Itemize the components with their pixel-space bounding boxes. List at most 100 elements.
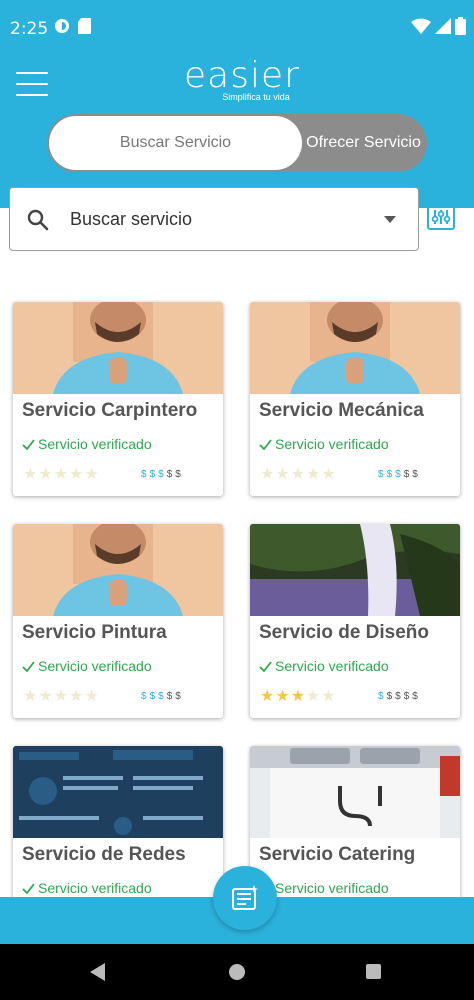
service-mode-toggle: Buscar Servicio Ofrecer Servicio <box>47 114 427 172</box>
star-icon: ★ <box>23 686 38 705</box>
verified-status: Servicio verificado <box>259 880 389 896</box>
service-title: Servicio Pintura <box>22 622 167 643</box>
service-card[interactable]: Servicio de Redes Servicio verificado ★★… <box>13 746 223 900</box>
system-nav-bar <box>0 944 474 1000</box>
logo-name: easier <box>184 55 300 96</box>
price-symbol: $ <box>141 469 150 480</box>
star-icon: ★ <box>275 464 290 483</box>
price-symbol: $ <box>386 691 396 702</box>
search-input[interactable] <box>70 188 370 250</box>
service-image <box>250 524 460 616</box>
price-symbol: $ <box>403 469 413 480</box>
star-icon: ★ <box>290 464 306 483</box>
star-icon: ★ <box>38 464 53 483</box>
app-logo: easier Simplifica tu vida <box>184 55 300 103</box>
verified-status: Servicio verificado <box>22 436 152 452</box>
recent-apps-button[interactable] <box>366 964 381 979</box>
price-symbol: $ <box>175 469 184 480</box>
service-title: Servicio Catering <box>259 844 416 865</box>
price-level: $$$$$ <box>141 691 184 702</box>
tab-ofrecer-servicio[interactable]: Ofrecer Servicio <box>302 116 425 170</box>
services-grid: Servicio Carpintero Servicio verificado … <box>0 300 474 900</box>
service-title: Servicio Mecánica <box>259 400 424 421</box>
star-icon: ★ <box>306 464 321 483</box>
sd-card-icon <box>78 18 91 34</box>
service-title: Servicio de Redes <box>22 844 186 865</box>
star-icon: ★ <box>84 686 99 705</box>
price-symbol: $ <box>141 691 150 702</box>
price-symbol: $ <box>378 469 387 480</box>
infographic-image <box>13 746 223 838</box>
star-icon: ★ <box>290 686 306 705</box>
star-icon: ★ <box>321 464 336 483</box>
search-box <box>9 187 419 251</box>
price-symbol: $ <box>149 469 159 480</box>
kitchen-sink-image <box>250 746 460 838</box>
document-edit-icon <box>232 885 258 910</box>
rating-stars: ★ ★ ★ ★ ★ <box>260 688 336 704</box>
star-icon: ★ <box>38 686 53 705</box>
rating-stars: ★ ★ ★ ★ ★ <box>23 688 99 704</box>
price-symbol: $ <box>378 691 387 702</box>
verified-label: Servicio verificado <box>275 880 389 896</box>
check-icon <box>22 438 35 450</box>
price-symbol: $ <box>412 469 421 480</box>
price-symbol: $ <box>158 691 167 702</box>
home-button[interactable] <box>229 964 245 980</box>
service-image <box>13 746 223 838</box>
star-icon: ★ <box>84 464 99 483</box>
star-icon: ★ <box>275 686 290 705</box>
filter-sliders-icon[interactable] <box>427 204 455 230</box>
price-level: $$$$$ <box>141 469 184 480</box>
service-card[interactable]: Servicio de Diseño Servicio verificado ★… <box>250 524 460 718</box>
price-level: $$$$$ <box>378 469 421 480</box>
service-image <box>13 524 223 616</box>
service-card[interactable]: Servicio Pintura Servicio verificado ★ ★ ★… <box>13 524 223 718</box>
star-icon: ★ <box>260 464 275 483</box>
service-card[interactable]: Servicio Carpintero Servicio verificado … <box>13 302 223 496</box>
star-icon: ★ <box>53 686 69 705</box>
check-icon <box>22 882 35 894</box>
hamburger-menu-button[interactable] <box>16 72 48 100</box>
verified-label: Servicio verificado <box>38 880 152 896</box>
price-symbol: $ <box>395 691 404 702</box>
check-icon <box>22 660 35 672</box>
star-icon: ★ <box>23 464 38 483</box>
status-time: 2:25 <box>10 19 49 39</box>
star-icon: ★ <box>260 686 275 705</box>
service-image <box>250 746 460 838</box>
verified-status: Servicio verificado <box>259 658 389 674</box>
price-symbol: $ <box>175 691 184 702</box>
status-bar: 2:25 <box>0 0 474 58</box>
service-card[interactable]: Servicio Catering Servicio verificado ★★… <box>250 746 460 900</box>
service-image <box>250 302 460 394</box>
man-thumbs-up-image <box>13 524 223 616</box>
check-icon <box>259 660 272 672</box>
status-right-icons <box>411 17 466 35</box>
notification-app-icon <box>55 19 69 33</box>
rating-stars: ★ ★ ★ ★ ★ <box>23 466 99 482</box>
star-icon: ★ <box>53 464 69 483</box>
tab-buscar-servicio[interactable]: Buscar Servicio <box>49 116 302 170</box>
price-symbol: $ <box>166 469 176 480</box>
verified-status: Servicio verificado <box>22 658 152 674</box>
post-service-fab-button[interactable] <box>213 866 277 930</box>
service-card[interactable]: Servicio Mecánica Servicio verificado ★ ★… <box>250 302 460 496</box>
verified-label: Servicio verificado <box>38 436 152 452</box>
price-symbol: $ <box>403 691 413 702</box>
star-icon: ★ <box>69 686 84 705</box>
search-icon <box>27 209 49 231</box>
service-title: Servicio Carpintero <box>22 400 198 421</box>
star-icon: ★ <box>69 464 84 483</box>
price-symbol: $ <box>395 469 404 480</box>
price-symbol: $ <box>386 469 396 480</box>
price-symbol: $ <box>166 691 176 702</box>
rating-stars: ★ ★ ★ ★ ★ <box>260 466 336 482</box>
verified-label: Servicio verificado <box>275 436 389 452</box>
back-button[interactable] <box>90 963 105 981</box>
battery-icon <box>455 17 466 35</box>
star-icon: ★ <box>321 686 336 705</box>
dropdown-arrow-icon[interactable] <box>384 216 396 223</box>
price-symbol: $ <box>412 691 421 702</box>
verified-status: Servicio verificado <box>259 436 389 452</box>
